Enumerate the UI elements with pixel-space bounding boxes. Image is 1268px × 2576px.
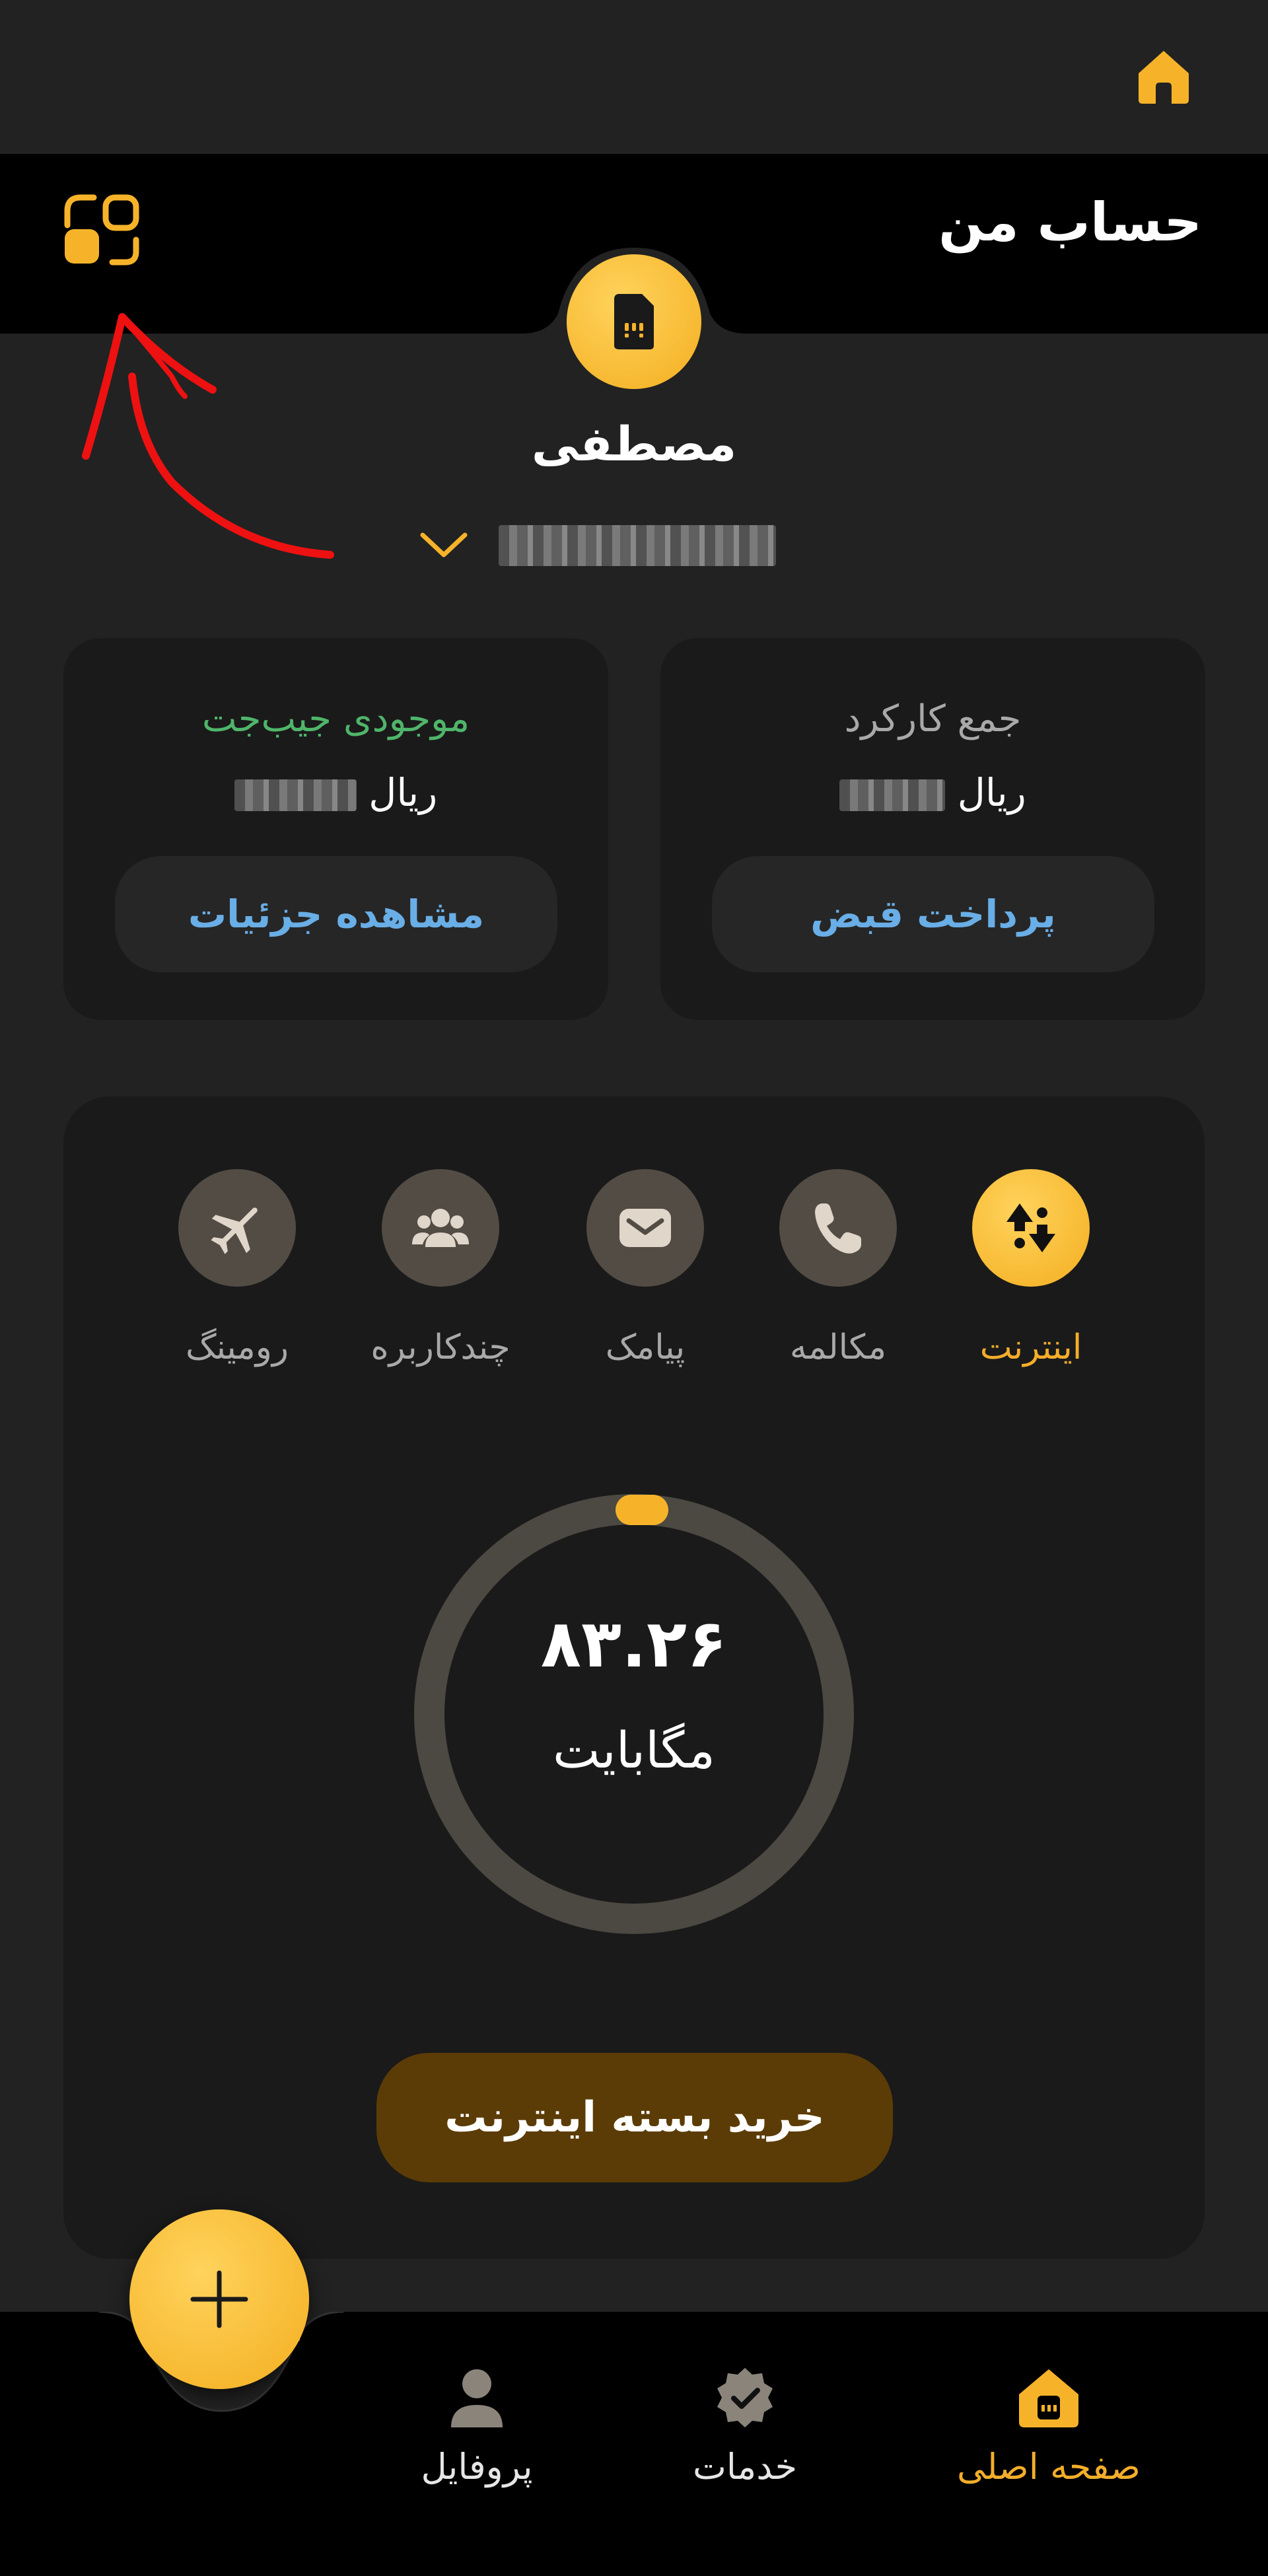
tab-roaming[interactable]	[178, 1169, 296, 1287]
tab-internet-label: اینترنت	[979, 1328, 1082, 1367]
wallet-card: موجودی جیب‌جت ریال مشاهده جزئیات	[63, 638, 608, 1020]
sim-avatar[interactable]	[567, 254, 701, 389]
remaining-data-ring	[414, 1494, 854, 1934]
annotation-arrow	[82, 313, 334, 559]
tab-sms[interactable]	[586, 1169, 704, 1287]
ring-progress-marker	[616, 1495, 668, 1525]
airplane-icon	[211, 1207, 258, 1254]
internet-arrows-icon	[1006, 1203, 1055, 1252]
nav-profile[interactable]: پروفایل	[358, 2361, 596, 2487]
nav-home-label: صفحه اصلی	[957, 2446, 1141, 2487]
home-sim-icon	[1019, 2369, 1078, 2427]
usage-card-title: جمع کارکرد	[844, 698, 1022, 740]
user-icon	[451, 2369, 503, 2427]
usage-value-redacted	[839, 779, 946, 811]
tab-roaming-label: رومینگ	[186, 1328, 289, 1367]
tab-sms-label: پیامک	[605, 1328, 686, 1367]
top-bar	[0, 0, 1268, 154]
tab-calls-label: مکالمه	[789, 1328, 887, 1367]
envelope-icon	[619, 1209, 671, 1247]
nav-home[interactable]: صفحه اصلی	[930, 2361, 1168, 2487]
home-icon[interactable]	[1131, 43, 1197, 109]
remaining-data-unit: مگابایت	[553, 1721, 715, 1779]
remaining-data-value: ۸۳.۲۶	[540, 1605, 728, 1682]
tab-multiuser-label: چندکاربره	[370, 1328, 511, 1367]
users-icon	[412, 1209, 469, 1247]
sim-card-icon	[614, 294, 654, 349]
pay-bill-button[interactable]: پرداخت قبض	[712, 856, 1154, 972]
buy-internet-package-button[interactable]: خرید بسته اینترنت	[376, 2053, 893, 2182]
wallet-currency: ریال	[369, 770, 438, 815]
phone-icon	[815, 1203, 861, 1254]
tab-internet[interactable]	[972, 1169, 1090, 1287]
tab-calls[interactable]	[779, 1169, 897, 1287]
wallet-card-title: موجودی جیب‌جت	[201, 698, 470, 740]
tab-multiuser[interactable]	[382, 1169, 499, 1287]
phone-number-redacted[interactable]	[499, 525, 776, 566]
wallet-value-redacted	[234, 779, 357, 811]
usage-currency: ریال	[957, 770, 1026, 815]
nav-services-label: خدمات	[693, 2446, 797, 2487]
nav-profile-label: پروفایل	[421, 2446, 533, 2487]
wallet-amount: ریال	[63, 770, 608, 823]
nav-services[interactable]: خدمات	[626, 2361, 864, 2487]
usage-card: جمع کارکرد ریال پرداخت قبض	[660, 638, 1205, 1020]
plus-icon	[190, 2270, 248, 2328]
view-details-button[interactable]: مشاهده جزئیات	[115, 856, 557, 972]
add-button[interactable]	[129, 2209, 309, 2389]
app-switcher-icon[interactable]	[59, 188, 145, 274]
usage-amount: ریال	[660, 770, 1205, 823]
page-title: حساب من	[938, 192, 1202, 253]
chevron-down-icon[interactable]	[417, 528, 470, 561]
verified-badge-icon	[717, 2368, 773, 2427]
